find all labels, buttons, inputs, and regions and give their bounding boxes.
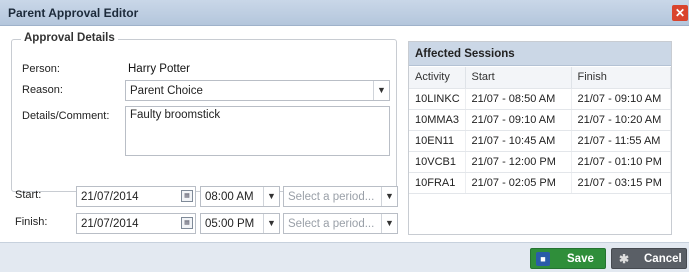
person-value: Harry Potter bbox=[128, 63, 190, 75]
dialog-footer: ■ Save ✱ Cancel bbox=[0, 242, 689, 272]
comment-textarea[interactable]: Faulty broomstick bbox=[125, 106, 390, 156]
finish-period-select[interactable]: Select a period... ▼ bbox=[283, 213, 398, 234]
start-date-value: 21/07/2014 bbox=[81, 191, 139, 203]
column-header[interactable]: Start bbox=[465, 67, 572, 89]
approval-details-legend: Approval Details bbox=[21, 32, 118, 44]
activity-cell: 10FRA1 bbox=[409, 172, 466, 194]
activity-cell: 10EN11 bbox=[409, 130, 466, 152]
calendar-icon[interactable]: ▦ bbox=[181, 190, 193, 202]
start-cell: 21/07 - 02:05 PM bbox=[465, 172, 572, 194]
finish-period-placeholder: Select a period... bbox=[288, 218, 375, 230]
approval-details-group: Approval Details Person: Harry Potter Re… bbox=[11, 32, 397, 192]
start-label: Start: bbox=[15, 189, 42, 201]
finish-cell: 21/07 - 09:10 AM bbox=[571, 88, 671, 110]
affected-sessions-panel: Affected Sessions Activity Start Finish … bbox=[408, 41, 672, 235]
start-time-select[interactable]: 08:00 AM ▼ bbox=[200, 186, 280, 207]
finish-cell: 21/07 - 11:55 AM bbox=[571, 130, 671, 152]
start-period-placeholder: Select a period... bbox=[288, 191, 375, 203]
finish-cell: 21/07 - 03:15 PM bbox=[571, 172, 671, 194]
start-cell: 21/07 - 12:00 PM bbox=[465, 151, 572, 173]
reason-selected-value: Parent Choice bbox=[130, 85, 203, 97]
column-header[interactable]: Activity bbox=[409, 67, 466, 89]
finish-time-select[interactable]: 05:00 PM ▼ bbox=[200, 213, 280, 234]
table-header-row: Activity Start Finish bbox=[409, 67, 671, 89]
table-row[interactable]: 10MMA3 21/07 - 09:10 AM 21/07 - 10:20 AM bbox=[409, 109, 671, 131]
save-button-label: Save bbox=[567, 253, 594, 265]
chevron-down-icon[interactable]: ▼ bbox=[381, 187, 397, 206]
comment-label: Details/Comment: bbox=[22, 110, 110, 122]
reason-label: Reason: bbox=[22, 84, 63, 96]
cancel-icon: ✱ bbox=[618, 252, 630, 266]
finish-label: Finish: bbox=[15, 216, 48, 228]
window-title: Parent Approval Editor bbox=[8, 6, 139, 20]
finish-cell: 21/07 - 10:20 AM bbox=[571, 109, 671, 131]
finish-date-input[interactable]: 21/07/2014 ▦ bbox=[76, 213, 196, 234]
activity-cell: 10VCB1 bbox=[409, 151, 466, 173]
dialog-content: Approval Details Person: Harry Potter Re… bbox=[0, 26, 689, 242]
start-date-input[interactable]: 21/07/2014 ▦ bbox=[76, 186, 196, 207]
table-row[interactable]: 10LINKC 21/07 - 08:50 AM 21/07 - 09:10 A… bbox=[409, 88, 671, 110]
start-period-select[interactable]: Select a period... ▼ bbox=[283, 186, 398, 207]
person-label: Person: bbox=[22, 63, 60, 75]
title-bar: Parent Approval Editor ✕ bbox=[0, 0, 689, 26]
comment-text: Faulty broomstick bbox=[130, 109, 221, 121]
start-cell: 21/07 - 08:50 AM bbox=[465, 88, 572, 110]
affected-sessions-header: Affected Sessions bbox=[409, 42, 671, 66]
close-button[interactable]: ✕ bbox=[672, 5, 688, 21]
affected-sessions-title: Affected Sessions bbox=[415, 48, 515, 60]
table-row[interactable]: 10EN11 21/07 - 10:45 AM 21/07 - 11:55 AM bbox=[409, 130, 671, 152]
table-row[interactable]: 10VCB1 21/07 - 12:00 PM 21/07 - 01:10 PM bbox=[409, 151, 671, 173]
cancel-button-label: Cancel bbox=[644, 253, 682, 265]
calendar-icon[interactable]: ▦ bbox=[181, 217, 193, 229]
column-header[interactable]: Finish bbox=[571, 67, 671, 89]
cancel-button[interactable]: ✱ Cancel bbox=[611, 248, 687, 269]
reason-select[interactable]: Parent Choice ▼ bbox=[125, 80, 390, 101]
activity-cell: 10LINKC bbox=[409, 88, 466, 110]
sessions-table: Activity Start Finish 10LINKC 21/07 - 08… bbox=[409, 67, 671, 194]
start-cell: 21/07 - 10:45 AM bbox=[465, 130, 572, 152]
finish-time-value: 05:00 PM bbox=[205, 218, 255, 230]
finish-cell: 21/07 - 01:10 PM bbox=[571, 151, 671, 173]
table-row[interactable]: 10FRA1 21/07 - 02:05 PM 21/07 - 03:15 PM bbox=[409, 172, 671, 194]
chevron-down-icon[interactable]: ▼ bbox=[263, 214, 279, 233]
finish-date-value: 21/07/2014 bbox=[81, 218, 139, 230]
chevron-down-icon[interactable]: ▼ bbox=[373, 81, 389, 100]
start-cell: 21/07 - 09:10 AM bbox=[465, 109, 572, 131]
save-button[interactable]: ■ Save bbox=[530, 248, 606, 269]
save-disk-icon: ■ bbox=[536, 252, 550, 266]
start-time-value: 08:00 AM bbox=[205, 191, 254, 203]
chevron-down-icon[interactable]: ▼ bbox=[381, 214, 397, 233]
activity-cell: 10MMA3 bbox=[409, 109, 466, 131]
chevron-down-icon[interactable]: ▼ bbox=[263, 187, 279, 206]
